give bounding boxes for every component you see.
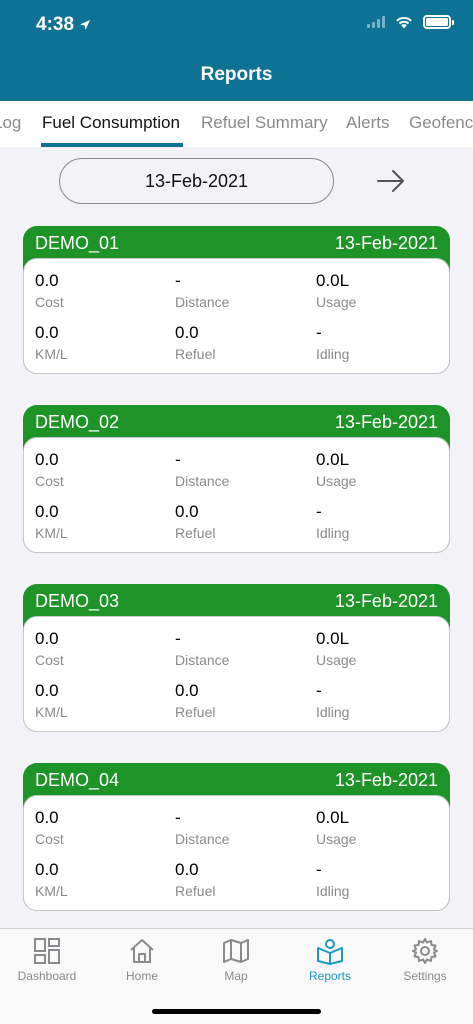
status-icons [367, 15, 454, 29]
idling-value: - [316, 323, 322, 342]
kml-value: 0.0 [35, 323, 59, 342]
nav-label: Reports [308, 969, 352, 983]
nav-dashboard[interactable]: Dashboard [2, 937, 92, 983]
usage-value: 0.0L [316, 271, 350, 290]
page-title: Reports [200, 64, 273, 85]
selected-date: 13-Feb-2021 [144, 170, 249, 191]
vehicle-name: DEMO_02 [35, 411, 120, 432]
cellular-signal-icon [367, 16, 385, 28]
usage-value: 0.0L [316, 808, 350, 827]
kml-label: KM/L [35, 525, 68, 541]
usage-label: Usage [316, 831, 357, 847]
distance-label: Distance [175, 831, 230, 847]
status-time: 4:38 [36, 14, 91, 36]
nav-label: Home [125, 969, 158, 983]
idling-label: Idling [316, 883, 350, 899]
refuel-label: Refuel [175, 346, 216, 362]
nav-label: Dashboard [17, 969, 77, 983]
kml-value: 0.0 [35, 860, 59, 879]
active-tab-indicator [41, 143, 183, 147]
vehicle-card[interactable]: DEMO_03 13-Feb-2021 0.0 Cost - Distance 0.… [23, 584, 450, 732]
cost-value: 0.0 [35, 808, 59, 827]
card-date: 13-Feb-2021 [334, 590, 438, 611]
app-header: 4:38 Reports [0, 0, 473, 101]
kml-label: KM/L [35, 883, 68, 899]
kml-label: KM/L [35, 704, 68, 720]
kml-value: 0.0 [35, 502, 59, 521]
reports-icon [317, 939, 343, 965]
home-indicator [152, 1009, 321, 1014]
location-arrow-icon [80, 20, 91, 30]
idling-value: - [316, 860, 322, 879]
usage-label: Usage [316, 473, 357, 489]
idling-label: Idling [316, 525, 350, 541]
cost-label: Cost [35, 294, 64, 310]
kml-value: 0.0 [35, 681, 59, 700]
vehicle-card[interactable]: DEMO_04 13-Feb-2021 0.0 Cost - Distance 0.… [23, 763, 450, 911]
refuel-label: Refuel [175, 704, 216, 720]
dashboard-icon [34, 938, 60, 964]
tab-alerts[interactable]: Alerts [346, 113, 389, 133]
vehicle-card[interactable]: DEMO_01 13-Feb-2021 0.0 Cost - Distance 0.… [23, 226, 450, 374]
report-tabs: Log Fuel Consumption Refuel Summary Aler… [0, 101, 473, 147]
usage-value: 0.0L [316, 629, 350, 648]
vehicle-name: DEMO_04 [35, 769, 120, 790]
battery-icon [423, 15, 454, 29]
vehicle-card[interactable]: DEMO_02 13-Feb-2021 0.0 Cost - Distance 0.… [23, 405, 450, 553]
nav-label: Settings [403, 969, 447, 983]
usage-label: Usage [316, 294, 357, 310]
distance-label: Distance [175, 294, 230, 310]
cost-value: 0.0 [35, 271, 59, 290]
cost-label: Cost [35, 652, 64, 668]
usage-value: 0.0L [316, 450, 350, 469]
idling-label: Idling [316, 346, 350, 362]
home-icon [130, 939, 154, 963]
distance-label: Distance [175, 473, 230, 489]
distance-value: - [175, 629, 181, 648]
idling-value: - [316, 681, 322, 700]
wifi-icon [396, 16, 412, 28]
tab-fuel-consumption[interactable]: Fuel Consumption [42, 113, 180, 133]
gear-icon [412, 938, 438, 964]
distance-value: - [175, 808, 181, 827]
refuel-value: 0.0 [175, 323, 199, 342]
clock-text: 4:38 [36, 14, 75, 35]
tab-geofence[interactable]: Geofenc [409, 113, 473, 133]
kml-label: KM/L [35, 346, 68, 362]
distance-value: - [175, 450, 181, 469]
nav-home[interactable]: Home [97, 937, 187, 983]
cost-label: Cost [35, 831, 64, 847]
card-date: 13-Feb-2021 [334, 232, 438, 253]
refuel-label: Refuel [175, 525, 216, 541]
idling-label: Idling [316, 704, 350, 720]
refuel-label: Refuel [175, 883, 216, 899]
card-date: 13-Feb-2021 [334, 769, 438, 790]
cost-value: 0.0 [35, 629, 59, 648]
usage-label: Usage [316, 652, 357, 668]
next-date-arrow-icon[interactable] [376, 168, 406, 194]
vehicle-name: DEMO_03 [35, 590, 120, 611]
distance-label: Distance [175, 652, 230, 668]
map-icon [223, 939, 249, 963]
tab-refuel-summary[interactable]: Refuel Summary [201, 113, 328, 133]
vehicle-name: DEMO_01 [35, 232, 120, 253]
nav-settings[interactable]: Settings [380, 937, 470, 983]
card-date: 13-Feb-2021 [334, 411, 438, 432]
distance-value: - [175, 271, 181, 290]
cost-label: Cost [35, 473, 64, 489]
tab-log[interactable]: Log [0, 113, 21, 133]
refuel-value: 0.0 [175, 681, 199, 700]
nav-label: Map [224, 969, 248, 983]
idling-value: - [316, 502, 322, 521]
cost-value: 0.0 [35, 450, 59, 469]
nav-reports[interactable]: Reports [285, 937, 375, 983]
refuel-value: 0.0 [175, 502, 199, 521]
nav-map[interactable]: Map [191, 937, 281, 983]
date-picker-button[interactable]: 13-Feb-2021 [59, 158, 334, 204]
refuel-value: 0.0 [175, 860, 199, 879]
